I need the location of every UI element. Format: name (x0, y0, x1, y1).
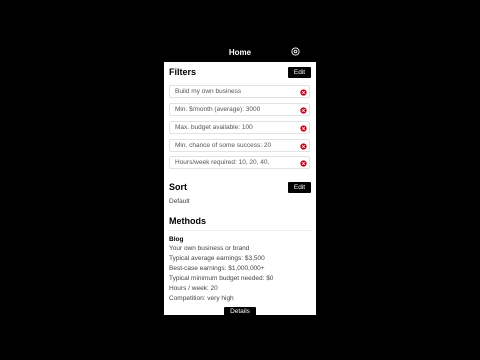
gear-icon[interactable] (291, 47, 300, 56)
method-detail: Best-case earnings: $1,000,000+ (169, 265, 265, 272)
filter-label: Max. budget available: 100 (175, 124, 253, 131)
filter-label: Build my own business (175, 88, 242, 95)
edit-filters-button[interactable]: Edit (288, 67, 311, 78)
filter-chip[interactable]: Build my own business (169, 85, 310, 98)
method-details-button[interactable]: Details (224, 307, 256, 315)
app-screen: Home Filters Edit Build my own business … (164, 0, 316, 315)
method-detail: Typical average earnings: $3,500 (169, 255, 265, 262)
method-detail: Competition: very high (169, 295, 234, 302)
method-detail: Hours / week: 20 (169, 285, 218, 292)
methods-title: Methods (169, 216, 206, 226)
filter-chip[interactable]: Min. chance of some success: 20 (169, 139, 310, 152)
remove-circle-icon[interactable] (300, 89, 307, 96)
remove-circle-icon[interactable] (300, 143, 307, 150)
remove-circle-icon[interactable] (300, 160, 307, 167)
main-panel: Filters Edit Build my own business Min. … (164, 62, 316, 315)
edit-sort-button[interactable]: Edit (288, 182, 311, 193)
filters-title: Filters (169, 67, 197, 77)
filter-chip[interactable]: Min. $/month (average): 3000 (169, 103, 310, 116)
filter-label: Min. $/month (average): 3000 (175, 106, 261, 113)
remove-circle-icon[interactable] (300, 125, 307, 132)
method-detail: Typical minimum budget needed: $0 (169, 275, 274, 282)
filter-label: Min. chance of some success: 20 (175, 142, 272, 149)
method-detail: Your own business or brand (169, 245, 250, 252)
divider (169, 230, 311, 231)
filter-chip[interactable]: Max. budget available: 100 (169, 121, 310, 134)
filter-label: Hours/week required: 10, 20, 40, (175, 159, 270, 166)
remove-circle-icon[interactable] (300, 107, 307, 114)
sort-value: Default (169, 198, 190, 205)
top-bar: Home (164, 0, 316, 62)
sort-title: Sort (169, 182, 187, 192)
filter-chip[interactable]: Hours/week required: 10, 20, 40, (169, 156, 310, 169)
method-name: Blog (169, 236, 184, 243)
